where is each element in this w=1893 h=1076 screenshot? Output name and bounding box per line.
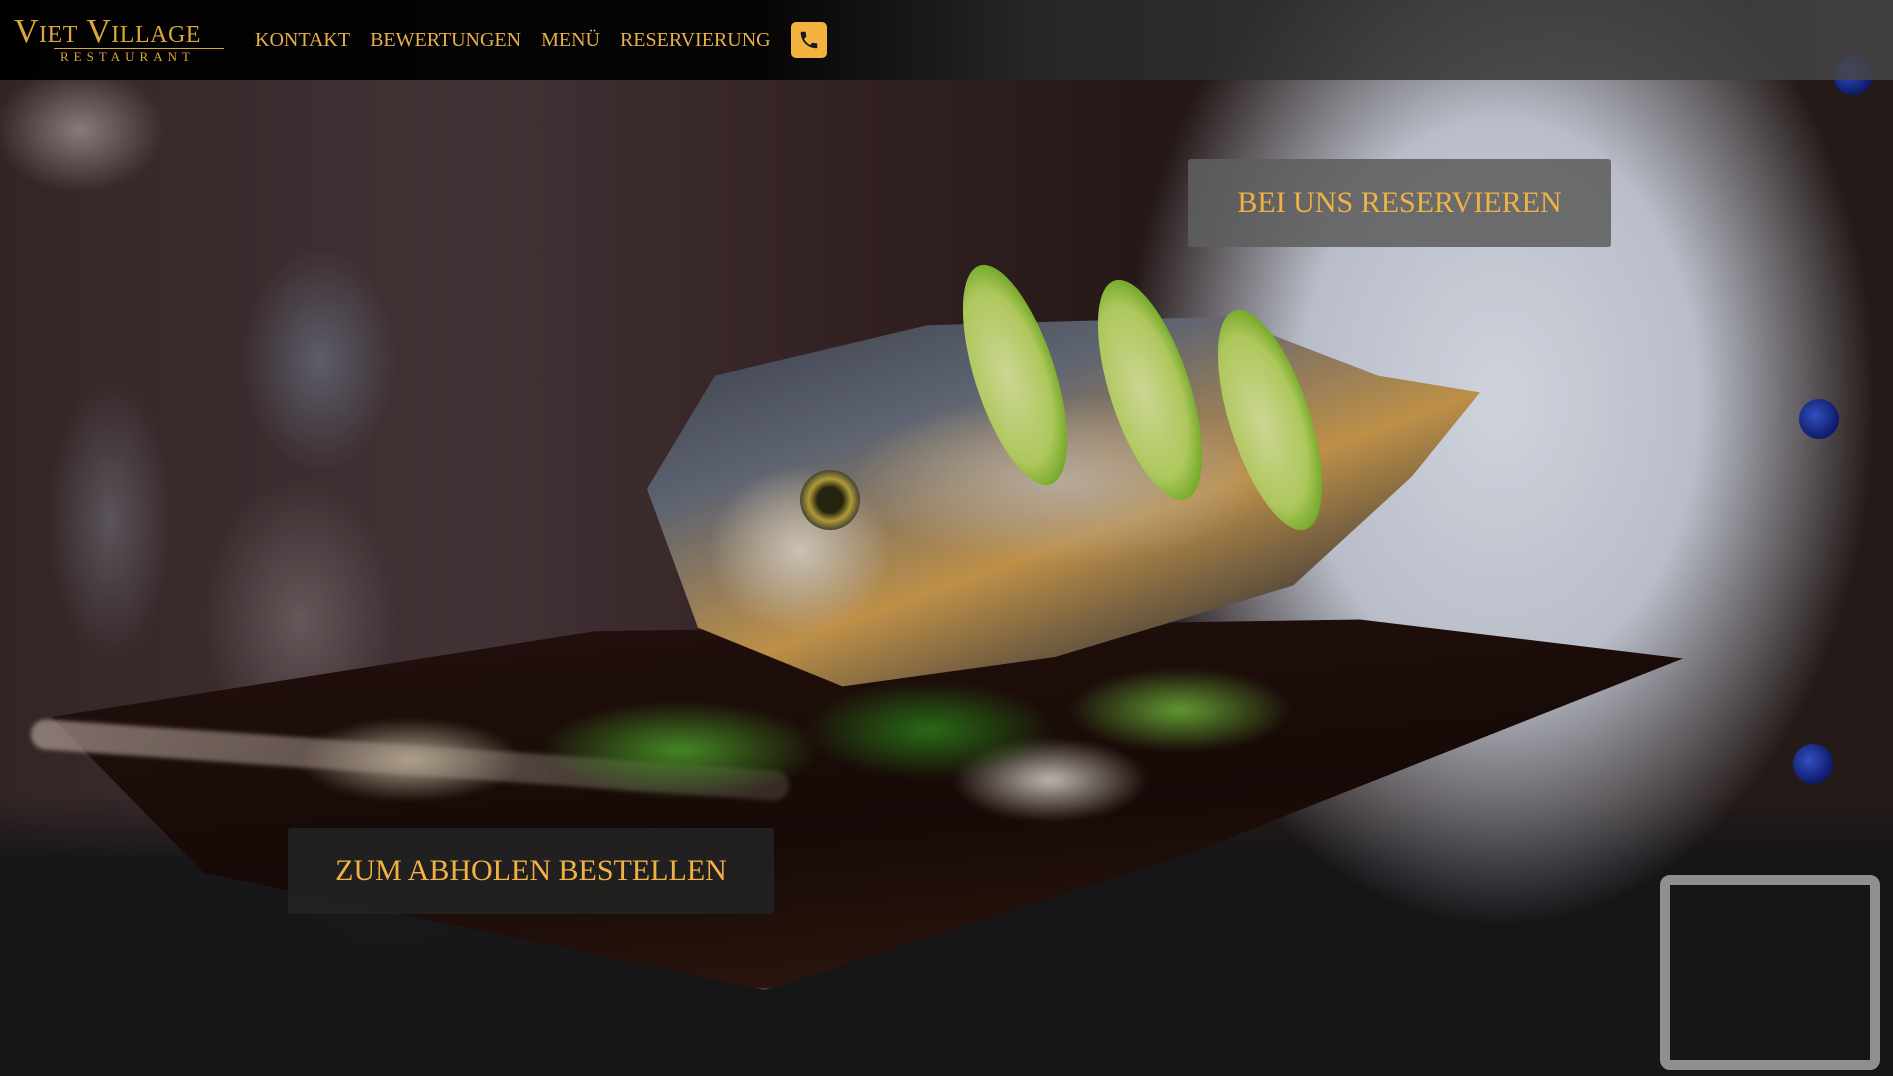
order-pickup-button[interactable]: ZUM ABHOLEN BESTELLEN	[288, 828, 774, 914]
logo-wordmark: Viet Village	[14, 13, 201, 50]
nav-item-reservierung[interactable]: RESERVIERUNG	[620, 29, 771, 52]
logo-subtitle: RESTAURANT	[60, 49, 195, 64]
hero-section: Viet Village RESTAURANT KONTAKT BEWERTUN…	[0, 0, 1893, 1076]
brand-logo[interactable]: Viet Village RESTAURANT	[14, 14, 226, 66]
top-navigation-bar: Viet Village RESTAURANT KONTAKT BEWERTUN…	[0, 0, 1893, 80]
nav-item-menu[interactable]: MENÜ	[541, 29, 600, 52]
reserve-button[interactable]: BEI UNS RESERVIEREN	[1188, 159, 1611, 247]
main-nav: KONTAKT BEWERTUNGEN MENÜ RESERVIERUNG	[255, 22, 827, 58]
nav-item-kontakt[interactable]: KONTAKT	[255, 29, 350, 52]
phone-button[interactable]	[790, 22, 827, 58]
nav-item-bewertungen[interactable]: BEWERTUNGEN	[370, 29, 521, 52]
phone-icon	[800, 31, 817, 49]
